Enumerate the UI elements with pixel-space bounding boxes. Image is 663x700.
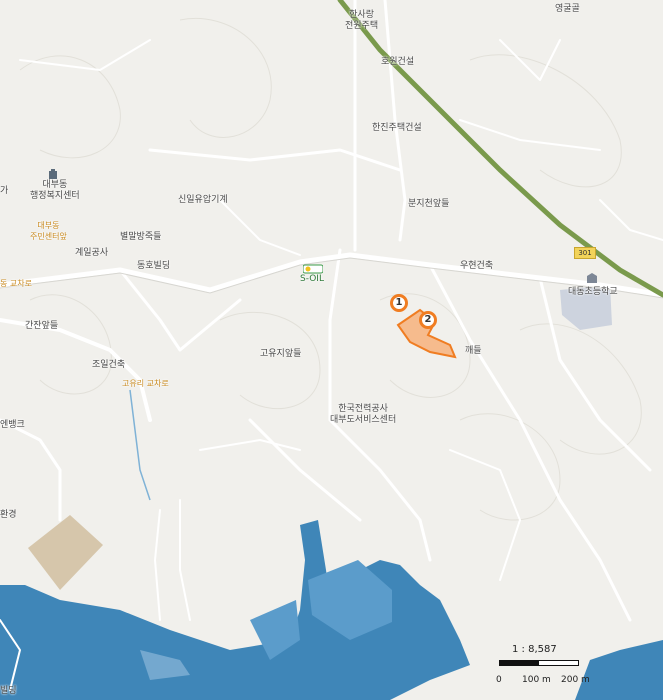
label-younggulgol: 영굴골	[555, 4, 580, 14]
label-bank: 엔뱅크	[0, 420, 25, 430]
label-dongho: 동호빌딩	[137, 261, 171, 271]
label-gyeil: 계일공사	[75, 248, 109, 258]
label-hansarang: 한사랑 전원주택	[345, 10, 379, 31]
sports-field	[28, 515, 103, 590]
gas-station-icon	[303, 264, 323, 274]
label-kepco: 한국전력공사 대부도서비스센터	[330, 404, 397, 425]
label-woohyun: 우현건축	[460, 261, 494, 271]
map-view[interactable]: 301 한사랑 전원주택 영굴골 호원건설 한진주택건설 대부동 행정복지센터 …	[0, 0, 663, 700]
label-ganjeon: 간잔앞들	[25, 321, 59, 331]
label-howon: 호원건설	[381, 57, 415, 67]
school-icon	[587, 273, 597, 283]
label-gouri-intersection: 고유리 교차로	[122, 379, 169, 388]
label-joil: 조일건축	[92, 360, 126, 370]
scale-tick-200: 200 m	[561, 675, 590, 685]
label-gyodong-intersection: 동 교차로	[0, 279, 32, 288]
label-byeolmal: 별말방죽들	[120, 232, 162, 242]
label-hwankyung: 환경	[0, 510, 17, 520]
route-301-sign: 301	[574, 247, 596, 259]
label-building: 빌딩	[0, 686, 17, 696]
label-bunji: 분지천앞들	[408, 199, 450, 209]
marker-2[interactable]: 2	[419, 311, 437, 329]
label-sinil: 신일유압기계	[178, 195, 228, 205]
scale-ratio: 1 : 8,587	[512, 644, 557, 655]
label-daebudong-center: 대부동 주민센터앞	[30, 221, 67, 241]
scale-tick-0: 0	[496, 675, 502, 685]
map-canvas	[0, 0, 663, 700]
label-daedong-school: 대동초등학교	[568, 287, 618, 297]
scale-graphic	[499, 660, 579, 666]
scale-bar: 1 : 8,587 0 100 m 200 m	[495, 644, 605, 694]
label-ga: 가	[0, 186, 9, 196]
marker-1[interactable]: 1	[390, 294, 408, 312]
scale-tick-100: 100 m	[522, 675, 551, 685]
government-office-icon	[49, 169, 57, 179]
label-soil: S-OIL	[300, 274, 324, 284]
label-kkaedeul: 깨들	[465, 346, 482, 356]
label-hanjin: 한진주택건설	[372, 123, 422, 133]
label-daebudong-welfare: 대부동 행정복지센터	[30, 180, 80, 201]
label-goyuji: 고유지앞들	[260, 349, 302, 359]
